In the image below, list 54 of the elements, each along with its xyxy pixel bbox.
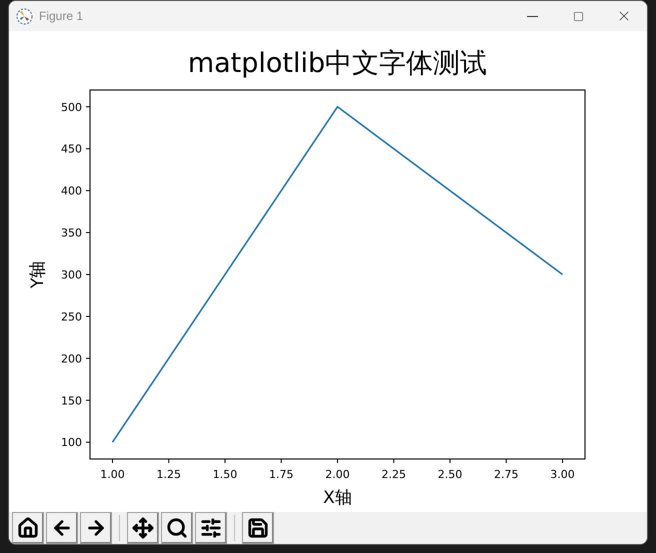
tick-mark [337, 458, 338, 464]
tick-mark [86, 274, 90, 275]
y-tick-label: 300 [61, 268, 82, 282]
forward-button[interactable] [80, 512, 112, 544]
x-tick-label: 1.25 [156, 468, 181, 481]
home-button[interactable] [12, 512, 44, 544]
tick-mark [393, 458, 394, 464]
tick-mark [168, 458, 170, 464]
pan-button[interactable] [127, 512, 159, 544]
y-tick-label: 500 [61, 100, 82, 114]
x-axis-label: X轴 [323, 488, 352, 508]
y-tick-label: 350 [61, 226, 82, 240]
x-tick-label: 1.75 [269, 468, 294, 481]
tick-mark [506, 458, 507, 464]
y-tick-label: 400 [61, 184, 82, 198]
tick-mark [224, 458, 226, 464]
x-tick-label: 2.00 [325, 468, 350, 481]
app-logo-icon [16, 8, 33, 24]
maximize-icon [572, 10, 584, 22]
x-tick-label: 2.75 [494, 468, 518, 481]
y-tick-label: 150 [61, 394, 82, 408]
y-axis-label: Y轴 [28, 260, 48, 288]
zoom-button[interactable] [161, 512, 193, 544]
x-tick-label: 3.00 [550, 468, 575, 481]
configure-button[interactable] [195, 512, 227, 544]
y-tick-label: 250 [61, 310, 82, 324]
y-tick-label: 200 [61, 352, 82, 366]
x-tick-label: 1.50 [212, 468, 238, 481]
x-tick-label: 2.25 [382, 468, 406, 481]
tick-mark [86, 106, 90, 108]
save-button[interactable] [242, 512, 274, 544]
tick-mark [86, 400, 90, 401]
move-arrows-icon [132, 517, 154, 539]
x-tick-label: 2.50 [438, 468, 462, 481]
x-tick-label: 1.00 [100, 468, 125, 481]
tick-mark [112, 458, 113, 464]
magnifier-icon [166, 517, 188, 539]
tick-mark [86, 316, 90, 317]
tick-mark [280, 458, 282, 464]
tick-mark [86, 148, 90, 150]
tick-mark [86, 358, 90, 359]
y-tick-label: 450 [61, 142, 82, 156]
left-arrow-icon [51, 517, 73, 539]
home-icon [17, 517, 39, 539]
y-tick-label: 100 [61, 436, 82, 450]
tick-mark [86, 442, 90, 443]
tick-mark [86, 190, 90, 192]
back-button[interactable] [46, 512, 78, 544]
tick-mark [86, 232, 90, 234]
right-arrow-icon [85, 517, 107, 539]
chart-title: matplotlib中文字体测试 [188, 48, 488, 79]
window-title: Figure 1 [39, 8, 84, 25]
sliders-icon [200, 517, 222, 539]
tick-mark [562, 458, 563, 464]
